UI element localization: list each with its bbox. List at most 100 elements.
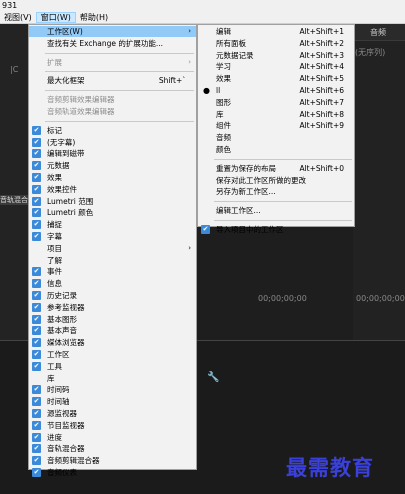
- chevron-right-icon: ›: [188, 243, 191, 252]
- menu-help[interactable]: 帮助(H): [76, 12, 112, 23]
- checkmark-icon: ✔: [32, 220, 41, 230]
- checkmark-icon: ✔: [32, 208, 41, 218]
- workspace-menu-item-18[interactable]: ✔ 导入项目中的工作区: [198, 224, 354, 235]
- audio-mixer-tab[interactable]: 音轨混合器: [0, 195, 28, 205]
- window-menu-item-0[interactable]: 工作区(W) ›: [29, 26, 196, 37]
- side-marker: |C: [10, 65, 19, 74]
- menu-item-label: 保存对此工作区所做的更改: [216, 175, 306, 185]
- workspace-menu-item-12[interactable]: 重置为保存的布局 Alt+Shift+0: [198, 163, 354, 174]
- workspace-menu-item-4[interactable]: 效果 Alt+Shift+5: [198, 73, 354, 84]
- window-menu-item-28[interactable]: ✔ 媒体浏览器: [29, 337, 196, 348]
- window-menu-item-30[interactable]: ✔ 工具: [29, 361, 196, 372]
- menu-item-label: 颜色: [216, 145, 231, 154]
- workspace-menu-item-6[interactable]: 图形 Alt+Shift+7: [198, 97, 354, 108]
- window-menu-item-13[interactable]: ✔ 元数据: [29, 160, 196, 171]
- window-menu-item-17[interactable]: ✔ Lumetri 颜色: [29, 207, 196, 218]
- no-sequence-label: (无序列): [355, 48, 386, 57]
- window-menu-item-37[interactable]: ✔ 音轨混合器: [29, 443, 196, 454]
- window-menu-item-19[interactable]: ✔ 字幕: [29, 231, 196, 242]
- menu-item-label: 扩展: [47, 57, 62, 67]
- menu-item-label: 时间轴: [47, 397, 70, 407]
- window-menu-item-26[interactable]: ✔ 基本图形: [29, 314, 196, 325]
- checkmark-icon: ✔: [32, 232, 41, 241]
- window-menu-item-15[interactable]: ✔ 效果控件: [29, 184, 196, 195]
- menu-item-label: 历史记录: [47, 291, 77, 300]
- window-menu-item-39[interactable]: ✔ 音频仪表: [29, 467, 196, 478]
- menu-item-label: 进度: [47, 432, 62, 442]
- window-menu-item-12[interactable]: ✔ 编辑到磁带: [29, 148, 196, 159]
- menu-separator: [45, 90, 194, 92]
- checkmark-icon: ✔: [32, 161, 41, 171]
- checkmark-icon: ✔: [201, 225, 210, 234]
- menubar: 视图(V) 窗口(W) 帮助(H): [0, 12, 405, 24]
- window-menu-item-31[interactable]: 库: [29, 373, 196, 384]
- workspace-menu-item-13[interactable]: 保存对此工作区所做的更改: [198, 175, 354, 186]
- window-menu-item-23[interactable]: ✔ 信息: [29, 278, 196, 289]
- window-menu-item-34[interactable]: ✔ 源监视器: [29, 408, 196, 419]
- workspace-menu-item-2[interactable]: 元数据记录 Alt+Shift+3: [198, 50, 354, 61]
- menu-item-label: (无字幕): [47, 137, 76, 147]
- window-menu-item-36[interactable]: ✔ 进度: [29, 432, 196, 443]
- window-menu-item-38[interactable]: ✔ 音频剪辑混合器: [29, 455, 196, 466]
- menu-item-label: 最大化框架: [47, 76, 85, 86]
- window-menu-item-14[interactable]: ✔ 效果: [29, 172, 196, 183]
- checkmark-icon: ✔: [32, 397, 41, 407]
- checkmark-icon: ✔: [32, 125, 41, 135]
- watermark-logo: 最需教育: [286, 455, 374, 480]
- menu-item-label: 编辑到磁带: [47, 149, 85, 159]
- window-menu-item-35[interactable]: ✔ 节目监视器: [29, 420, 196, 431]
- window-menu-item-33[interactable]: ✔ 时间轴: [29, 396, 196, 407]
- menu-item-shortcut: Alt+Shift+9: [299, 121, 344, 131]
- window-menu-item-20[interactable]: 项目 ›: [29, 243, 196, 254]
- workspace-submenu: 编辑 Alt+Shift+1 所有面板 Alt+Shift+2 元数据记录 Alt+Shi…: [197, 24, 355, 234]
- workspace-menu-item-10[interactable]: 颜色: [198, 144, 354, 155]
- workspace-menu-item-8[interactable]: 组件 Alt+Shift+9: [198, 120, 354, 131]
- window-menu-item-11[interactable]: ✔ (无字幕): [29, 137, 196, 148]
- window-menu-item-22[interactable]: ✔ 事件: [29, 266, 196, 277]
- menu-item-shortcut: Alt+Shift+5: [299, 74, 344, 84]
- workspace-menu-item-1[interactable]: 所有面板 Alt+Shift+2: [198, 38, 354, 49]
- window-menu-item-1[interactable]: 查找有关 Exchange 的扩展功能...: [29, 38, 196, 49]
- checkmark-icon: ✔: [32, 267, 41, 277]
- menu-item-label: 效果控件: [47, 184, 77, 194]
- workspace-menu-item-0[interactable]: 编辑 Alt+Shift+1: [198, 26, 354, 37]
- workspace-menu-item-5[interactable]: ● ll Alt+Shift+6: [198, 85, 354, 96]
- window-menu-item-5[interactable]: 最大化框架 Shift+`: [29, 75, 196, 86]
- menu-separator: [214, 201, 352, 203]
- menu-view[interactable]: 视图(V): [0, 12, 36, 23]
- menu-separator: [45, 52, 194, 54]
- menu-item-label: 学习: [216, 62, 231, 72]
- checkmark-icon: ✔: [32, 173, 41, 182]
- wrench-icon[interactable]: 🔧: [207, 372, 219, 383]
- workspace-menu-item-7[interactable]: 库 Alt+Shift+8: [198, 109, 354, 120]
- window-menu-item-16[interactable]: ✔ Lumetri 范围: [29, 196, 196, 207]
- workspace-menu-item-16[interactable]: 编辑工作区...: [198, 205, 354, 216]
- menu-item-label: 所有面板: [216, 38, 246, 48]
- window-menu-item-24[interactable]: ✔ 历史记录: [29, 290, 196, 301]
- checkmark-icon: ✔: [32, 361, 41, 371]
- checkmark-icon: ✔: [32, 385, 41, 395]
- workspace-menu-item-3[interactable]: 学习 Alt+Shift+4: [198, 61, 354, 72]
- menu-item-label: 音频轨道效果编辑器: [47, 107, 115, 116]
- menu-item-label: 库: [47, 373, 55, 383]
- menu-item-label: 另存为新工作区...: [216, 187, 276, 197]
- checkmark-icon: ✔: [32, 326, 41, 336]
- right-panel: [353, 24, 405, 340]
- workspace-menu-item-9[interactable]: 音频: [198, 132, 354, 143]
- menu-window[interactable]: 窗口(W): [35, 12, 76, 23]
- window-menu-item-27[interactable]: ✔ 基本声音: [29, 325, 196, 336]
- window-menu-item-18[interactable]: ✔ 捕捉: [29, 219, 196, 230]
- timecode-left: 00;00;00;00: [258, 294, 307, 303]
- window-menu-item-29[interactable]: ✔ 工作区: [29, 349, 196, 360]
- timecode-right: 00;00;00;00: [356, 294, 405, 303]
- menu-item-label: 事件: [47, 267, 62, 277]
- workspace-menu-item-14[interactable]: 另存为新工作区...: [198, 186, 354, 197]
- audio-tab[interactable]: 音频: [370, 27, 386, 38]
- menu-item-label: 基本声音: [47, 326, 77, 336]
- checkmark-icon: ✔: [32, 409, 41, 418]
- window-menu-item-25[interactable]: ✔ 参考监视器: [29, 302, 196, 313]
- window-menu-item-32[interactable]: ✔ 时间码: [29, 384, 196, 395]
- window-menu-item-10[interactable]: ✔ 标记: [29, 125, 196, 136]
- window-menu-item-21[interactable]: 了解: [29, 255, 196, 266]
- checkmark-icon: ✔: [32, 149, 41, 159]
